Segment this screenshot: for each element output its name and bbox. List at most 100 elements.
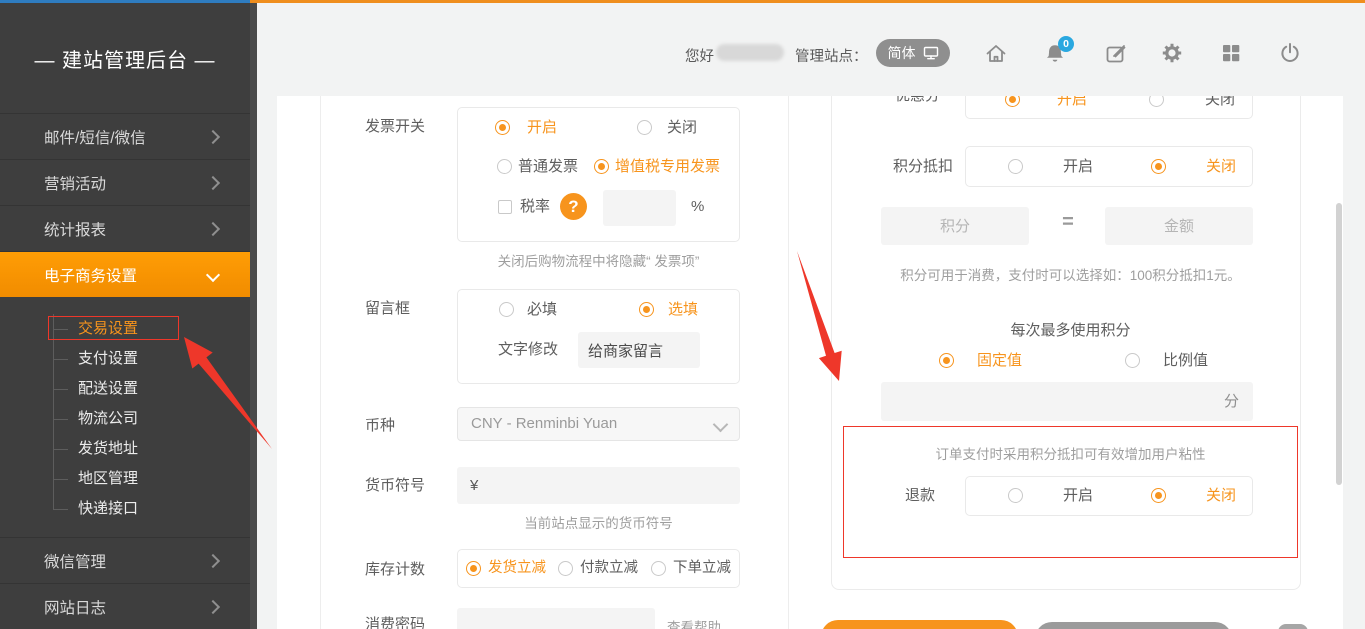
edit-icon[interactable] — [1103, 40, 1129, 66]
sidebar-item-label: 统计报表 — [44, 218, 106, 240]
sidebar-item-marketing[interactable]: 营销活动 — [0, 159, 250, 205]
settings-gear-icon[interactable] — [1159, 40, 1185, 66]
stock-count-label: 库存计数 — [365, 561, 425, 578]
language-label: 简体 — [888, 43, 916, 63]
submenu-item-delivery-settings[interactable]: 配送设置 — [78, 374, 138, 404]
home-icon[interactable] — [983, 40, 1009, 66]
equals-sign: = — [1058, 211, 1078, 234]
stock-order-radio[interactable] — [651, 561, 666, 576]
chevron-right-icon — [206, 553, 220, 567]
ratio-value-label[interactable]: 比例值 — [1163, 352, 1208, 369]
points-amount-input[interactable] — [881, 207, 1029, 245]
power-logout-icon[interactable] — [1277, 40, 1303, 66]
vat-invoice-radio[interactable] — [594, 159, 609, 174]
message-optional-label[interactable]: 选填 — [668, 301, 698, 318]
sidebar: — 建站管理后台 — 邮件/短信/微信 营销活动 统计报表 电子商务设置 交易设… — [0, 0, 250, 629]
message-required-label[interactable]: 必填 — [527, 301, 557, 318]
cancel-button-partial[interactable] — [1035, 622, 1232, 629]
fixed-value-radio[interactable] — [939, 353, 954, 368]
currency-symbol-input[interactable] — [457, 467, 740, 504]
chevron-right-icon — [206, 599, 220, 613]
invoice-off-label[interactable]: 关闭 — [667, 119, 697, 136]
points-off-label[interactable]: 关闭 — [1206, 158, 1236, 175]
points-on-label[interactable]: 开启 — [1063, 158, 1093, 175]
max-points-input[interactable]: 分 — [881, 382, 1253, 421]
top-row-off-label[interactable]: 关闭 — [1205, 96, 1235, 108]
annotation-box-transaction-settings — [48, 316, 179, 340]
message-required-radio[interactable] — [499, 302, 514, 317]
fixed-value-label[interactable]: 固定值 — [977, 352, 1022, 369]
manage-site-label: 管理站点： — [795, 45, 868, 66]
currency-label: 币种 — [365, 417, 395, 434]
tax-rate-label: 税率 — [520, 198, 550, 215]
sidebar-item-label: 网站日志 — [44, 596, 106, 618]
monitor-icon — [923, 45, 939, 61]
left-panel-border — [320, 96, 321, 629]
sidebar-item-label: 电子商务设置 — [44, 264, 137, 286]
refund-off-radio[interactable] — [1151, 488, 1166, 503]
invoice-on-label[interactable]: 开启 — [527, 119, 557, 136]
invoice-on-radio[interactable] — [495, 120, 510, 135]
message-box-label: 留言框 — [365, 300, 410, 317]
invoice-hint: 关闭后购物流程中将隐藏“ 发票项” — [457, 250, 740, 270]
tax-rate-checkbox[interactable] — [498, 200, 512, 214]
sidebar-item-mail-sms-wechat[interactable]: 邮件/短信/微信 — [0, 113, 250, 159]
max-points-title: 每次最多使用积分 — [843, 322, 1298, 339]
pay-password-help-link[interactable]: 查看帮助 — [667, 616, 721, 629]
refund-off-label[interactable]: 关闭 — [1206, 487, 1236, 504]
main-content: 发票开关 开启 关闭 普通发票 增值税专用发票 税率 ? % 关闭后购物流程中将… — [277, 96, 1343, 629]
points-deduction-label: 积分抵扣 — [893, 158, 953, 175]
scrollbar-thumb[interactable] — [1336, 203, 1342, 485]
refund-on-radio[interactable] — [1008, 488, 1023, 503]
refund-label: 退款 — [905, 487, 935, 504]
redacted-username — [716, 44, 784, 61]
sidebar-item-statistics[interactable]: 统计报表 — [0, 205, 250, 251]
invoice-off-radio[interactable] — [637, 120, 652, 135]
submenu-item-express-interface[interactable]: 快递接口 — [78, 494, 138, 524]
sidebar-item-wechat-management[interactable]: 微信管理 — [0, 537, 250, 583]
page: — 建站管理后台 — 邮件/短信/微信 营销活动 统计报表 电子商务设置 交易设… — [0, 0, 1365, 629]
save-button-partial[interactable] — [821, 620, 1018, 629]
greeting-text: 您好 — [685, 45, 714, 66]
submenu-item-logistics-company[interactable]: 物流公司 — [78, 404, 138, 434]
plain-invoice-label[interactable]: 普通发票 — [518, 158, 578, 175]
stock-pay-radio[interactable] — [558, 561, 573, 576]
apps-grid-icon[interactable] — [1218, 40, 1244, 66]
vat-invoice-label[interactable]: 增值税专用发票 — [615, 158, 720, 175]
refund-on-label[interactable]: 开启 — [1063, 487, 1093, 504]
currency-select[interactable]: CNY - Renminbi Yuan — [457, 407, 740, 441]
submenu-item-region-management[interactable]: 地区管理 — [78, 464, 138, 494]
stock-ship-label[interactable]: 发货立减 — [488, 560, 546, 577]
plain-invoice-radio[interactable] — [497, 159, 512, 174]
left-panel-border-right — [788, 96, 789, 629]
chevron-down-icon — [206, 267, 220, 281]
tax-help-icon[interactable]: ? — [560, 193, 587, 220]
exchange-hint: 积分可用于消费，支付时可以选择如：100积分抵扣1元。 — [843, 264, 1298, 284]
invoice-switch-label: 发票开关 — [365, 118, 425, 135]
stock-pay-label[interactable]: 付款立减 — [580, 560, 638, 577]
language-site-button[interactable]: 简体 — [876, 39, 950, 67]
pay-password-input[interactable] — [457, 608, 655, 629]
topbar-blue — [0, 0, 250, 3]
submenu-tree-line — [53, 314, 54, 510]
submenu-item-payment-settings[interactable]: 支付设置 — [78, 344, 138, 374]
button-stub-partial[interactable] — [1278, 624, 1308, 629]
message-text-input[interactable] — [578, 332, 700, 368]
submenu-item-shipping-address[interactable]: 发货地址 — [78, 434, 138, 464]
sidebar-item-label: 邮件/短信/微信 — [44, 126, 146, 148]
top-row-label: 优惠分 — [895, 96, 940, 104]
refund-section-hint: 订单支付时采用积分抵扣可有效增加用户粘性 — [843, 443, 1298, 463]
points-on-radio[interactable] — [1008, 159, 1023, 174]
money-amount-input[interactable] — [1105, 207, 1253, 245]
tax-rate-input[interactable] — [603, 190, 676, 226]
sidebar-item-site-logs[interactable]: 网站日志 — [0, 583, 250, 629]
top-row-on-label[interactable]: 开启 — [1057, 96, 1087, 108]
sidebar-item-ecommerce[interactable]: 电子商务设置 — [0, 251, 250, 297]
topbar-orange — [250, 0, 1365, 3]
ratio-value-radio[interactable] — [1125, 353, 1140, 368]
pay-password-label: 消费密码 — [365, 616, 425, 629]
stock-order-label[interactable]: 下单立减 — [673, 560, 731, 577]
points-off-radio[interactable] — [1151, 159, 1166, 174]
stock-ship-radio[interactable] — [466, 561, 481, 576]
message-optional-radio[interactable] — [639, 302, 654, 317]
